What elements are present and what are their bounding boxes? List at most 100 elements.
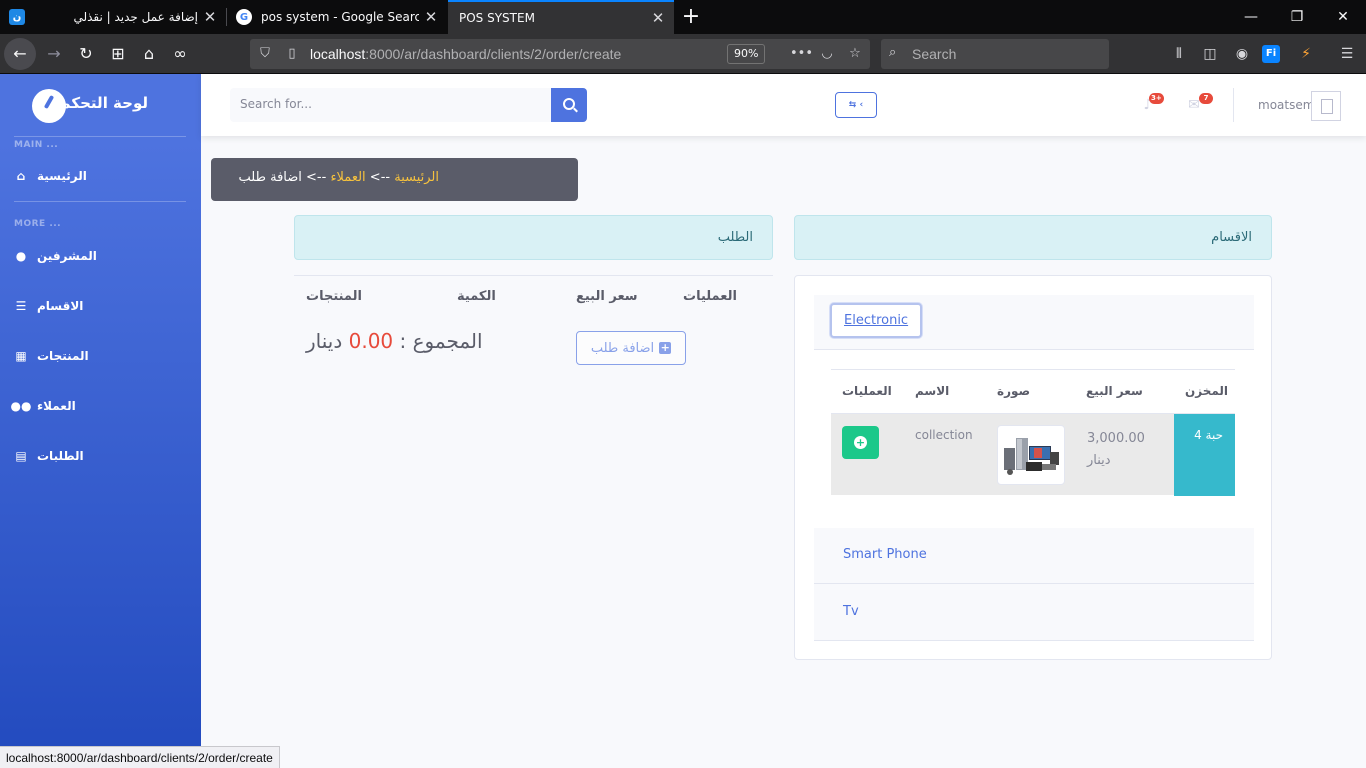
shield-icon[interactable]: ⛉ — [256, 45, 274, 63]
close-tab-icon[interactable]: ✕ — [646, 9, 670, 27]
category-tv[interactable]: Tv — [814, 584, 1254, 641]
browser-tab-google[interactable]: G pos system - Google Search ✕ — [227, 0, 447, 34]
breadcrumb: الرئيسية --> العملاء --> اضافة طلب — [211, 158, 578, 201]
library-icon[interactable]: ⫴ — [1168, 43, 1190, 65]
category-link-smart-phone[interactable]: Smart Phone — [843, 547, 927, 562]
sidebar-item-orders[interactable]: ▤ الطلبات — [14, 446, 83, 466]
bookmark-star-icon[interactable]: ☆ — [846, 45, 864, 63]
zoom-level[interactable]: 90% — [727, 44, 766, 64]
sidebar-item-label: الاقسام — [37, 299, 84, 313]
tab-title: POS SYSTEM — [459, 11, 535, 25]
category-link-electronic[interactable]: Electronic — [830, 303, 923, 338]
product-col-price: سعر البيع — [1086, 384, 1143, 398]
browser-tab-pos-system[interactable]: POS SYSTEM ✕ — [448, 0, 674, 34]
category-link-tv[interactable]: Tv — [843, 604, 859, 619]
breadcrumb-separator: --> — [301, 170, 331, 185]
order-col-actions: العمليات — [683, 289, 737, 304]
breadcrumb-current: اضافة طلب — [238, 170, 302, 185]
browser-status-bar: localhost:8000/ar/dashboard/clients/2/or… — [0, 746, 280, 768]
restore-window-icon[interactable]: ❐ — [1274, 0, 1320, 34]
product-image — [997, 425, 1065, 485]
reload-icon[interactable]: ↻ — [72, 40, 100, 68]
private-mask-icon[interactable]: ∞ — [166, 40, 194, 68]
total-label: المجموع : — [393, 329, 483, 353]
home-icon: ⌂ — [16, 169, 26, 183]
sidebar-divider — [14, 136, 186, 137]
account-icon[interactable]: ◉ — [1231, 43, 1253, 65]
sidebar-heading-more: MORE ... — [14, 219, 62, 229]
home-icon[interactable]: ⌂ — [135, 40, 163, 68]
user-circle-icon: ● — [15, 249, 27, 263]
list-icon: ☰ — [15, 299, 27, 313]
new-container-tab-icon[interactable]: ⊞ — [104, 40, 132, 68]
url-text[interactable]: localhost:8000/ar/dashboard/clients/2/or… — [310, 46, 621, 62]
extension-broom-icon[interactable]: ⚡ — [1295, 43, 1317, 65]
browser-tab-naqthly[interactable]: ن إضافة عمل جديد | نقذلي ✕ — [0, 0, 226, 34]
browser-search-placeholder: Search — [912, 46, 957, 62]
order-total: المجموع : 0.00 دينار — [306, 329, 483, 353]
sidebar-brand[interactable]: لوحة التحكم — [0, 74, 201, 136]
topbar: Search for... ⇆ ‹ ♪ 3+ ✉ 7 moatsem — [201, 74, 1366, 136]
user-name[interactable]: moatsem — [1258, 98, 1314, 112]
search-icon: ⌕ — [889, 45, 897, 60]
sidebar-item-label: المنتجات — [37, 349, 89, 363]
categories-panel-header: الاقسام — [794, 215, 1272, 260]
sidebar-item-admins[interactable]: ● المشرفين — [14, 246, 97, 266]
product-col-stock: المخزن — [1185, 384, 1229, 398]
products-table-top-border — [831, 369, 1235, 370]
close-tab-icon[interactable]: ✕ — [419, 8, 443, 26]
tab-title: إضافة عمل جديد | نقذلي — [73, 10, 198, 24]
product-price-currency: دينار — [1087, 453, 1111, 468]
product-price-value: 3,000.00 — [1087, 431, 1145, 446]
hamburger-menu-icon[interactable]: ☰ — [1336, 43, 1358, 65]
sidebar-item-clients[interactable]: ●● العملاء — [11, 396, 76, 416]
total-currency: دينار — [306, 329, 343, 353]
search-button[interactable] — [551, 88, 587, 122]
sidebar-item-home[interactable]: ⌂ الرئيسية — [14, 166, 87, 186]
back-icon[interactable]: ← — [4, 38, 36, 70]
categories-panel-title: الاقسام — [1211, 230, 1252, 245]
topbar-divider — [1233, 88, 1234, 122]
close-tab-icon[interactable]: ✕ — [198, 8, 222, 26]
brand-title: لوحة التحكم — [59, 94, 148, 112]
breadcrumb-clients-link[interactable]: العملاء — [330, 170, 365, 185]
order-col-price: سعر البيع — [576, 289, 638, 304]
breadcrumb-separator: --> — [365, 170, 395, 185]
sidebar-item-label: العملاء — [37, 399, 76, 413]
sidebar-toggle-icon[interactable]: ◫ — [1199, 43, 1221, 65]
order-table-top-border — [294, 275, 773, 276]
sidebar-item-label: الرئيسية — [37, 169, 87, 183]
total-value: 0.00 — [348, 329, 394, 353]
topbar-search-input[interactable]: Search for... — [230, 88, 552, 122]
tab-title: pos system - Google Search — [261, 10, 419, 24]
minimize-window-icon[interactable]: — — [1228, 0, 1274, 34]
avatar[interactable] — [1311, 91, 1341, 121]
browser-search-bar[interactable]: ⌕ Search — [881, 39, 1109, 69]
table-row: حبة 4 3,000.00 دينار collection + — [831, 413, 1235, 496]
sidebar-divider — [14, 201, 186, 202]
page-info-icon[interactable]: ▯ — [283, 45, 301, 63]
language-toggle-button[interactable]: ⇆ ‹ — [835, 92, 877, 118]
sidebar-item-label: المشرفين — [37, 249, 97, 263]
pocket-icon[interactable]: ◡ — [818, 45, 836, 63]
breadcrumb-home-link[interactable]: الرئيسية — [394, 170, 439, 185]
plus-square-icon: + — [659, 341, 672, 354]
naqthly-favicon-icon: ن — [9, 9, 25, 25]
add-order-button[interactable]: + اضافة طلب — [576, 331, 686, 365]
order-col-quantity: الكمية — [457, 289, 496, 304]
extension-fi-icon[interactable]: Fi — [1262, 45, 1280, 63]
browser-tab-bar: ن إضافة عمل جديد | نقذلي ✕ G pos system … — [0, 0, 1366, 34]
google-favicon-icon: G — [236, 9, 252, 25]
add-product-button[interactable]: + — [842, 426, 879, 459]
category-smart-phone[interactable]: Smart Phone — [814, 528, 1254, 584]
sidebar-item-products[interactable]: ▦ المنتجات — [14, 346, 89, 366]
close-window-icon[interactable]: ✕ — [1320, 0, 1366, 34]
forward-icon[interactable]: → — [40, 40, 68, 68]
appliances-image-icon — [1004, 438, 1059, 475]
table-list-icon: ▤ — [15, 449, 27, 463]
url-bar[interactable]: ⛉ ▯ localhost:8000/ar/dashboard/clients/… — [250, 39, 870, 69]
page-actions-icon[interactable]: ••• — [790, 45, 813, 63]
sidebar-item-categories[interactable]: ☰ الاقسام — [14, 296, 84, 316]
new-tab-icon[interactable]: + — [679, 3, 703, 31]
product-col-name: الاسم — [915, 384, 950, 398]
